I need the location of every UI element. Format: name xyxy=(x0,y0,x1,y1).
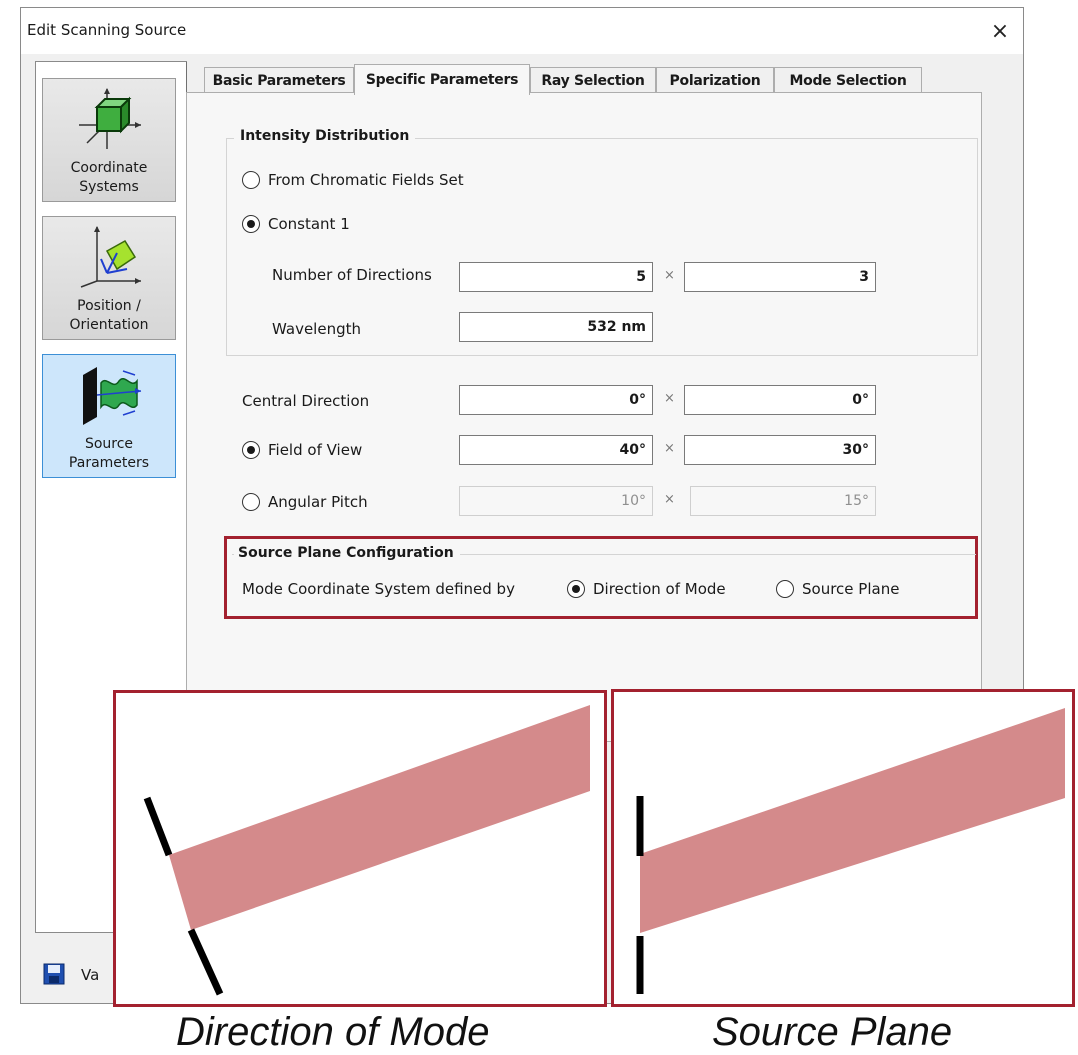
intensity-distribution-title: Intensity Distribution xyxy=(234,128,416,144)
radio-circle xyxy=(242,493,260,511)
radio-label-field-of-view: Field of View xyxy=(268,441,363,459)
radio-label-direction-of-mode: Direction of Mode xyxy=(593,580,726,598)
central-direction-y-input[interactable]: 0° xyxy=(684,385,876,415)
wavelength-input[interactable]: 532 nm xyxy=(459,312,653,342)
central-direction-label: Central Direction xyxy=(242,392,370,410)
tab-polarization[interactable]: Polarization xyxy=(656,67,774,94)
tab-basic-parameters[interactable]: Basic Parameters xyxy=(204,67,354,94)
central-direction-x-input[interactable]: 0° xyxy=(459,385,653,415)
source-plane-configuration-title: Source Plane Configuration xyxy=(234,545,460,561)
radio-from-chromatic-fields-set[interactable]: From Chromatic Fields Set xyxy=(242,171,464,189)
mode-coordinate-system-label: Mode Coordinate System defined by xyxy=(242,580,515,598)
number-of-directions-label: Number of Directions xyxy=(272,266,432,284)
beam-shape xyxy=(169,705,590,930)
title-bar: Edit Scanning Source × xyxy=(21,8,1023,54)
wavelength-label: Wavelength xyxy=(272,320,361,338)
radio-constant-1[interactable]: Constant 1 xyxy=(242,215,350,233)
tab-mode-selection[interactable]: Mode Selection xyxy=(774,67,922,94)
radio-label-angular-pitch: Angular Pitch xyxy=(268,493,368,511)
radio-circle-checked xyxy=(567,580,585,598)
caption-direction-of-mode: Direction of Mode xyxy=(176,1010,490,1054)
times-icon: × xyxy=(664,441,675,456)
direction-of-mode-beam-diagram xyxy=(143,705,590,996)
times-icon: × xyxy=(664,492,675,507)
window-title: Edit Scanning Source xyxy=(27,21,187,39)
radio-field-of-view[interactable]: Field of View xyxy=(242,441,362,459)
field-of-view-x-input[interactable]: 40° xyxy=(459,435,653,465)
direction-of-mode-illustration xyxy=(113,690,607,1007)
bottom-bar-text: Va xyxy=(81,966,100,984)
nav-item-coordinate-systems[interactable]: Coordinate Systems xyxy=(42,78,176,202)
source-plane-illustration xyxy=(611,689,1075,1007)
close-icon: × xyxy=(990,18,1010,44)
number-of-directions-y-input[interactable]: 3 xyxy=(684,262,876,292)
nav-label-source-parameters: Source Parameters xyxy=(68,436,150,471)
nav-item-source-parameters[interactable]: Source Parameters xyxy=(42,354,176,478)
field-of-view-y-input[interactable]: 30° xyxy=(684,435,876,465)
radio-label-constant: Constant 1 xyxy=(268,215,350,233)
angular-pitch-x-input: 10° xyxy=(459,486,653,516)
radio-source-plane[interactable]: Source Plane xyxy=(776,580,899,598)
position-orientation-icon xyxy=(80,226,141,288)
radio-circle-checked xyxy=(242,215,260,233)
aperture-lower-edge xyxy=(187,928,224,996)
angular-pitch-y-input: 15° xyxy=(690,486,876,516)
times-icon: × xyxy=(664,268,675,283)
coordinate-systems-icon xyxy=(79,88,141,149)
times-icon: × xyxy=(664,391,675,406)
radio-circle-checked xyxy=(242,441,260,459)
tab-ray-selection[interactable]: Ray Selection xyxy=(530,67,656,94)
close-button[interactable]: × xyxy=(983,14,1017,48)
nav-label-coordinate-systems: Coordinate Systems xyxy=(70,160,148,195)
caption-source-plane: Source Plane xyxy=(712,1010,953,1054)
number-of-directions-x-input[interactable]: 5 xyxy=(459,262,653,292)
tab-specific-parameters[interactable]: Specific Parameters xyxy=(354,64,530,95)
nav-item-position-orientation[interactable]: Position / Orientation xyxy=(42,216,176,340)
radio-label-chromatic: From Chromatic Fields Set xyxy=(268,171,464,189)
radio-label-source-plane: Source Plane xyxy=(802,580,900,598)
source-parameters-icon xyxy=(83,367,142,425)
aperture-upper-edge xyxy=(143,796,173,857)
source-plane-beam-diagram xyxy=(636,708,1065,994)
radio-angular-pitch[interactable]: Angular Pitch xyxy=(242,493,368,511)
save-icon[interactable] xyxy=(43,963,65,985)
radio-direction-of-mode[interactable]: Direction of Mode xyxy=(567,580,726,598)
nav-label-position-orientation: Position / Orientation xyxy=(69,298,149,333)
radio-circle xyxy=(242,171,260,189)
beam-shape xyxy=(640,708,1065,933)
radio-circle xyxy=(776,580,794,598)
